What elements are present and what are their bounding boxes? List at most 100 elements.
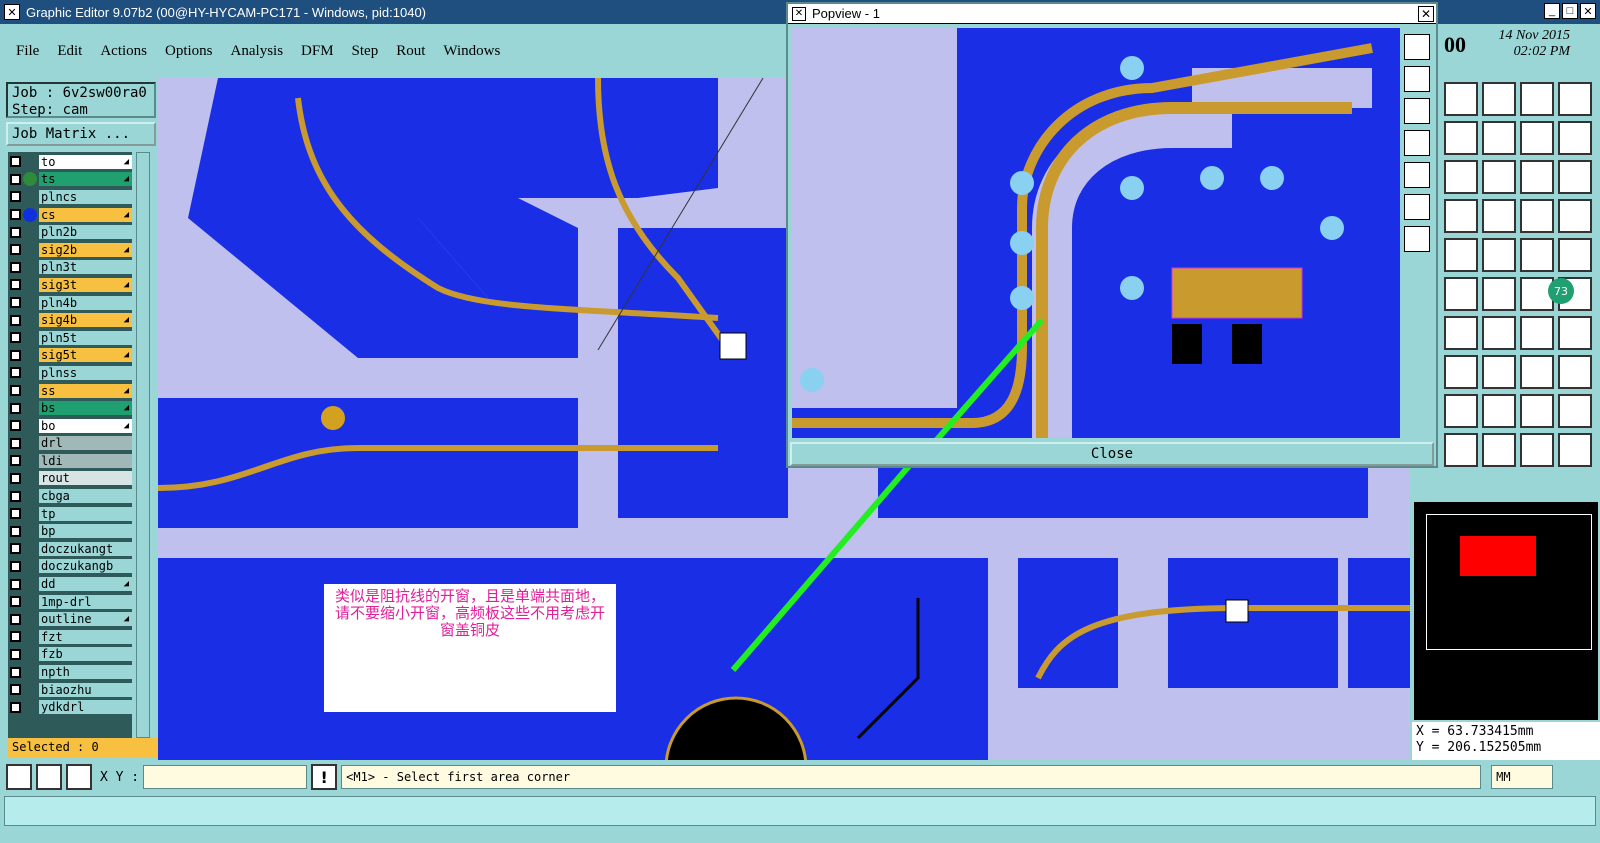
layer-row[interactable]: outline ◢ (8, 611, 132, 627)
tool-button[interactable] (1520, 238, 1554, 272)
tool-button[interactable] (1482, 316, 1516, 350)
xy-input[interactable] (143, 765, 308, 789)
layer-row[interactable]: fzt (8, 629, 132, 645)
tool-button[interactable] (1482, 433, 1516, 467)
popview-image[interactable] (792, 28, 1400, 438)
layer-arrow-icon[interactable]: ◢ (124, 313, 129, 327)
layer-arrow-icon[interactable]: ◢ (124, 401, 129, 415)
layer-checkbox[interactable] (10, 525, 21, 537)
layer-checkbox[interactable] (10, 332, 21, 344)
layer-checkbox[interactable] (10, 490, 21, 502)
minimize-icon[interactable]: _ (1544, 3, 1560, 19)
layer-row[interactable]: biaozhu (8, 682, 132, 698)
popview-tool-save-icon[interactable] (1404, 98, 1430, 124)
tool-button[interactable] (1558, 355, 1592, 389)
layer-arrow-icon[interactable]: ◢ (124, 348, 129, 362)
layer-checkbox[interactable] (10, 420, 21, 432)
tool-button[interactable] (1482, 238, 1516, 272)
tool-button[interactable] (1558, 316, 1592, 350)
layer-row[interactable]: fzb (8, 647, 132, 663)
layer-scrollbar[interactable] (136, 152, 150, 738)
layer-checkbox[interactable] (10, 226, 21, 238)
layer-row[interactable]: ydkdrl (8, 699, 132, 715)
layer-row[interactable]: plnss (8, 365, 132, 381)
tool-button[interactable] (1558, 394, 1592, 428)
layer-row[interactable]: pln5t (8, 330, 132, 346)
layer-row[interactable]: doczukangt (8, 541, 132, 557)
layer-checkbox[interactable] (10, 508, 21, 520)
menu-analysis[interactable]: Analysis (229, 41, 286, 62)
tool-button[interactable] (1520, 316, 1554, 350)
layer-row[interactable]: ts ◢ (8, 172, 132, 188)
layer-row[interactable]: to ◢ (8, 154, 132, 170)
tool-button[interactable] (1444, 355, 1478, 389)
tool-button[interactable] (1444, 121, 1478, 155)
popview-close-icon[interactable]: ✕ (1418, 6, 1434, 22)
layer-row[interactable]: cs ◢ (8, 207, 132, 223)
tool-button[interactable] (1558, 199, 1592, 233)
tool-button[interactable] (1558, 160, 1592, 194)
layer-checkbox[interactable] (10, 684, 21, 696)
job-matrix-button[interactable]: Job Matrix ... (6, 122, 156, 146)
tool-button[interactable] (1520, 394, 1554, 428)
tool-button[interactable] (1444, 394, 1478, 428)
menu-actions[interactable]: Actions (98, 41, 149, 62)
layer-checkbox[interactable] (10, 578, 21, 590)
popview-tool-fit-icon[interactable] (1404, 194, 1430, 220)
tool-button[interactable] (1520, 199, 1554, 233)
layer-arrow-icon[interactable]: ◢ (124, 612, 129, 626)
layer-arrow-icon[interactable]: ◢ (124, 172, 129, 186)
layer-row[interactable]: pln4b (8, 295, 132, 311)
layer-row[interactable]: sig2b ◢ (8, 242, 132, 258)
maximize-icon[interactable]: □ (1562, 3, 1578, 19)
minimap[interactable] (1412, 500, 1600, 722)
layer-arrow-icon[interactable]: ◢ (124, 155, 129, 169)
layer-row[interactable]: npth (8, 664, 132, 680)
layer-arrow-icon[interactable]: ◢ (124, 384, 129, 398)
menu-edit[interactable]: Edit (55, 41, 84, 62)
layer-checkbox[interactable] (10, 279, 21, 291)
tool-button[interactable] (1520, 82, 1554, 116)
layer-row[interactable]: pln2b (8, 224, 132, 240)
layer-arrow-icon[interactable]: ◢ (124, 278, 129, 292)
layer-checkbox[interactable] (10, 613, 21, 625)
layer-row[interactable]: tp (8, 506, 132, 522)
layer-row[interactable]: plncs (8, 189, 132, 205)
units-select[interactable]: MM (1491, 765, 1554, 789)
layer-row[interactable]: ss ◢ (8, 383, 132, 399)
layer-row[interactable]: sig5t ◢ (8, 348, 132, 364)
menu-step[interactable]: Step (350, 41, 381, 62)
layer-row[interactable]: 1mp-drl (8, 594, 132, 610)
layer-row[interactable]: sig3t ◢ (8, 277, 132, 293)
tool-button[interactable] (1444, 238, 1478, 272)
layer-checkbox[interactable] (10, 385, 21, 397)
tool-button[interactable] (1558, 433, 1592, 467)
tool-button[interactable] (1482, 277, 1516, 311)
tool-button[interactable] (1482, 355, 1516, 389)
layer-checkbox[interactable] (10, 244, 21, 256)
menu-dfm[interactable]: DFM (299, 41, 336, 62)
layer-arrow-icon[interactable]: ◢ (124, 208, 129, 222)
menu-file[interactable]: File (14, 41, 41, 62)
tool-button[interactable] (1482, 394, 1516, 428)
layer-checkbox[interactable] (10, 455, 21, 467)
layer-row[interactable]: bp (8, 523, 132, 539)
layer-checkbox[interactable] (10, 437, 21, 449)
layer-checkbox[interactable] (10, 314, 21, 326)
popview-tool-pan-icon[interactable] (1404, 226, 1430, 252)
layer-row[interactable]: doczukangb (8, 559, 132, 575)
layer-row[interactable]: bs ◢ (8, 400, 132, 416)
tool-button[interactable] (1444, 433, 1478, 467)
menu-options[interactable]: Options (163, 41, 215, 62)
tool-button[interactable] (1482, 82, 1516, 116)
tool-button[interactable] (1558, 82, 1592, 116)
alert-icon[interactable]: ! (311, 764, 338, 790)
tool-button[interactable] (1444, 199, 1478, 233)
tool-button[interactable] (1482, 199, 1516, 233)
layer-checkbox[interactable] (10, 543, 21, 555)
popview-tool-import-icon[interactable] (1404, 130, 1430, 156)
layer-row[interactable]: bo ◢ (8, 418, 132, 434)
layer-checkbox[interactable] (10, 191, 21, 203)
popview-close-button[interactable]: Close (790, 442, 1434, 466)
layer-row[interactable]: pln3t (8, 260, 132, 276)
